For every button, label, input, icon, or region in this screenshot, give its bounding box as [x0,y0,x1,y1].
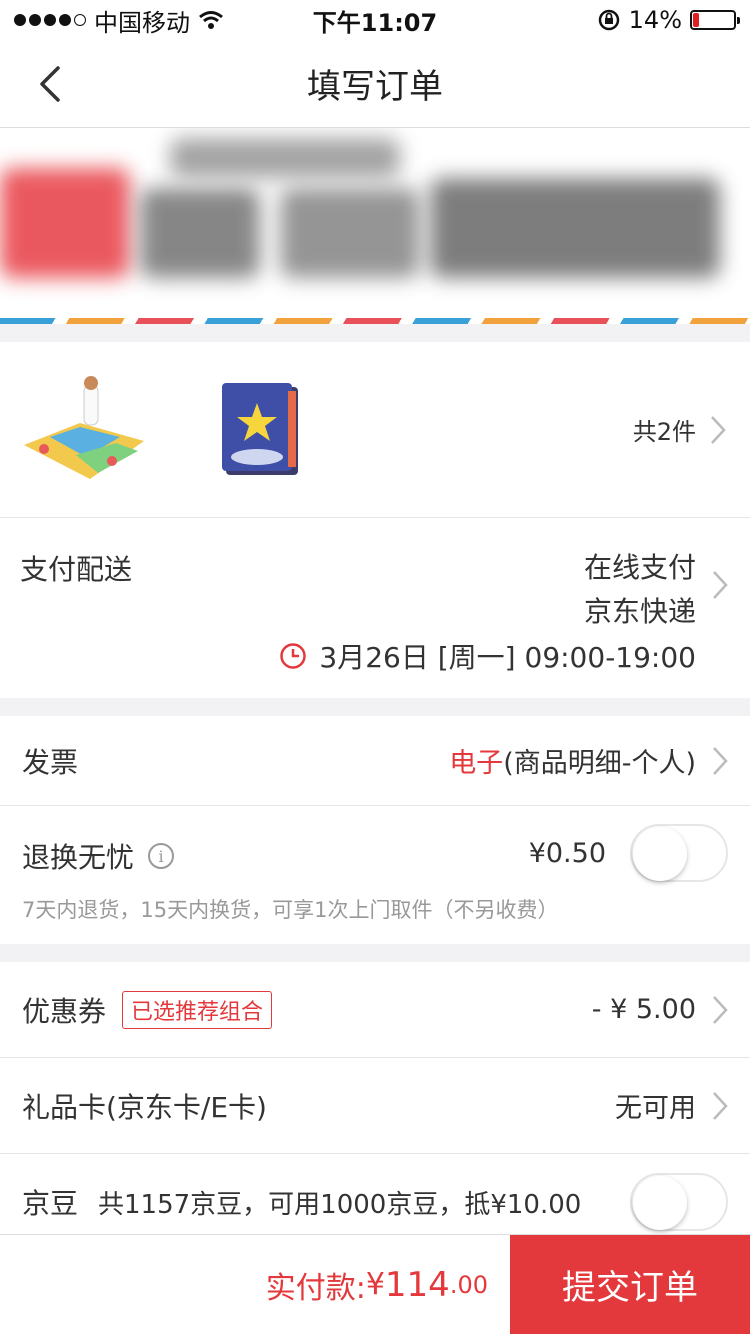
total-decimal: .00 [449,1270,488,1299]
redacted-mark [430,178,720,278]
address-section[interactable] [0,128,750,324]
product-thumbnail-clothbook [222,382,298,475]
coupon-label: 优惠券 [22,994,107,1028]
coupon-tag: 已选推荐组合 [122,990,273,1029]
payment-delivery-label: 支付配送 [20,553,133,586]
total-amount: 实付款: ¥ 114 .00 [0,1235,510,1334]
total-integer: 114 [384,1264,450,1305]
status-bar: 中国移动 下午11:07 14% [0,0,750,40]
payment-delivery-values: 在线支付 京东快递 [584,546,696,634]
product-list[interactable]: 共2件 [0,342,750,518]
item-count-label: 共2件 [632,418,696,446]
chevron-right-icon [711,415,726,444]
battery-percent: 14% [628,6,682,34]
total-currency: ¥ [365,1267,385,1302]
return-service-description: 7天内退货，15天内换货，可享1次上门取件（不另收费） [22,898,559,922]
delivery-time-text: 3月26日 [周一] 09:00-19:00 [319,641,696,674]
payment-delivery-row[interactable]: 支付配送 在线支付 京东快递 3月26日 [周一] 09:00-19:00 [0,518,750,698]
gift-card-label: 礼品卡(京东卡/E卡) [22,1090,267,1124]
status-left: 中国移动 [14,3,224,38]
carrier-name: 中国移动 [94,8,190,37]
return-service-toggle[interactable] [630,824,728,882]
return-service-price: ¥0.50 [528,838,606,869]
checkout-bar: 实付款: ¥ 114 .00 提交订单 [0,1234,750,1334]
redacted-mark [280,188,420,278]
envelope-stripe [0,318,750,324]
products-card: 共2件 支付配送 在线支付 京东快递 3月26日 [周一] 09:00-19:0… [0,342,750,698]
invoice-type-detail: (商品明细-个人) [503,748,696,779]
clock-icon [280,643,307,669]
delivery-time: 3月26日 [周一] 09:00-19:00 [279,636,696,676]
chevron-right-icon [713,995,728,1024]
return-service-label: 退换无忧 [22,841,135,874]
total-label: 实付款: [265,1270,366,1306]
invoice-label: 发票 [22,745,79,779]
status-right: 14% [597,6,740,34]
redacted-mark [140,188,260,278]
gift-card-row[interactable]: 礼品卡(京东卡/E卡) 无可用 [0,1058,750,1154]
redacted-mark [0,168,130,278]
coupon-row[interactable]: 优惠券 已选推荐组合 - ¥ 5.00 [0,962,750,1058]
shipping-method: 京东快递 [583,595,696,628]
gift-card-value: 无可用 [615,1093,696,1124]
page-title: 填写订单 [307,67,443,107]
invoice-card: 发票 电子(商品明细-个人) 退换无忧 i ¥0.50 7天内退货，15天内换货… [0,716,750,944]
item-count[interactable]: 共2件 [633,342,726,517]
chevron-right-icon [713,571,728,599]
invoice-row[interactable]: 发票 电子(商品明细-个人) [0,716,750,806]
invoice-value: 电子(商品明细-个人) [449,741,696,780]
jingdou-detail: 共1157京豆，可用1000京豆，抵¥10.00 [98,1189,582,1220]
info-icon[interactable]: i [148,843,175,869]
jingdou-toggle[interactable] [630,1173,728,1231]
back-arrow-icon[interactable] [34,64,70,104]
rotation-lock-icon [598,9,619,31]
return-service-row: 退换无忧 i ¥0.50 7天内退货，15天内换货，可享1次上门取件（不另收费） [0,806,750,944]
order-page: 中国移动 下午11:07 14% 填写订单 共2件 支付配送 在线支付 京东快递… [0,0,750,1334]
redacted-mark [170,138,400,178]
chevron-right-icon [713,746,728,775]
invoice-type-highlight: 电子 [449,748,504,779]
coupon-value: - ¥ 5.00 [591,994,696,1025]
signal-icon [14,14,86,26]
chevron-right-icon [713,1091,728,1120]
payment-method: 在线支付 [583,551,696,584]
wifi-icon [199,11,223,29]
jingdou-label: 京豆 [22,1187,79,1220]
submit-order-button[interactable]: 提交订单 [510,1235,750,1334]
battery-icon [690,10,740,30]
nav-bar: 填写订单 [0,40,750,128]
product-thumbnail-playmat [24,375,144,479]
return-service-title: 退换无忧 i [22,836,175,876]
discount-card: 优惠券 已选推荐组合 - ¥ 5.00 礼品卡(京东卡/E卡) 无可用 京豆 共… [0,962,750,1250]
